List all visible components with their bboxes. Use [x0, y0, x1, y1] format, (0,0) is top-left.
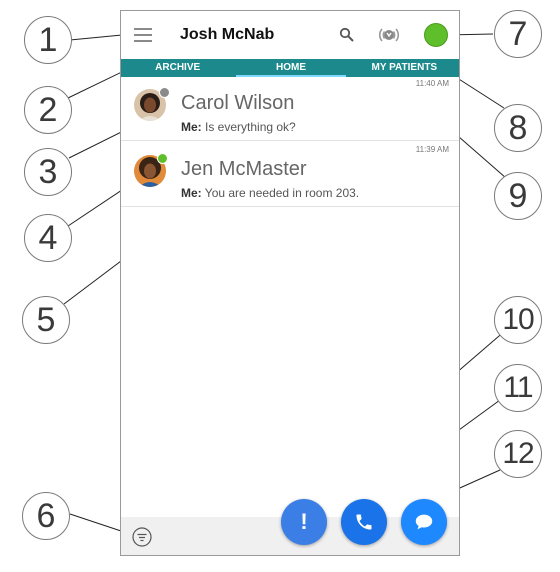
- message-sender: Me:: [181, 120, 202, 134]
- callout-5: 5: [22, 296, 70, 344]
- signal-icon[interactable]: [377, 23, 401, 47]
- conversation-row[interactable]: 11:39 AM Jen McMaster Me: You are needed…: [121, 143, 459, 207]
- alert-button[interactable]: !: [281, 499, 327, 545]
- page-title: Josh McNab: [180, 26, 275, 43]
- alert-icon: !: [300, 509, 308, 534]
- callout-4: 4: [24, 214, 72, 262]
- contact-name: Jen McMaster: [181, 158, 307, 180]
- user-status-indicator[interactable]: [424, 23, 448, 47]
- tab-my-patients[interactable]: MY PATIENTS: [348, 59, 459, 77]
- app-screen: Josh McNab ARCHIVE HOME MY PATIENTS 11:4…: [120, 10, 460, 556]
- message-sender: Me:: [181, 186, 202, 200]
- top-bar: Josh McNab: [121, 11, 459, 59]
- message-text: You are needed in room 203.: [204, 186, 360, 200]
- menu-icon[interactable]: [134, 28, 152, 42]
- callout-1: 1: [24, 16, 72, 64]
- callout-12: 12: [494, 430, 542, 478]
- message-preview: Me: You are needed in room 203.: [181, 186, 359, 200]
- callout-11: 11: [494, 364, 542, 412]
- callout-3: 3: [24, 148, 72, 196]
- conversation-row[interactable]: 11:40 AM Carol Wilson Me: Is everything …: [121, 77, 459, 141]
- search-icon[interactable]: [339, 27, 355, 43]
- phone-icon: [356, 514, 372, 530]
- chat-bubble-icon: [415, 514, 433, 530]
- message-time: 11:40 AM: [415, 79, 449, 88]
- filter-icon[interactable]: [132, 527, 152, 547]
- call-button[interactable]: [341, 499, 387, 545]
- new-message-button[interactable]: [401, 499, 447, 545]
- callout-10: 10: [494, 296, 542, 344]
- contact-name: Carol Wilson: [181, 92, 295, 114]
- callout-7: 7: [494, 10, 542, 58]
- callout-9: 9: [494, 172, 542, 220]
- message-preview: Me: Is everything ok?: [181, 120, 296, 134]
- callout-2: 2: [24, 86, 72, 134]
- presence-indicator-online: [157, 153, 168, 164]
- message-time: 11:39 AM: [415, 145, 449, 154]
- message-text: Is everything ok?: [205, 120, 296, 134]
- tab-home[interactable]: HOME: [234, 59, 347, 77]
- callout-8: 8: [494, 104, 542, 152]
- callout-6: 6: [22, 492, 70, 540]
- tab-bar: ARCHIVE HOME MY PATIENTS: [121, 59, 459, 77]
- tab-archive[interactable]: ARCHIVE: [121, 59, 234, 77]
- presence-indicator-offline: [159, 87, 170, 98]
